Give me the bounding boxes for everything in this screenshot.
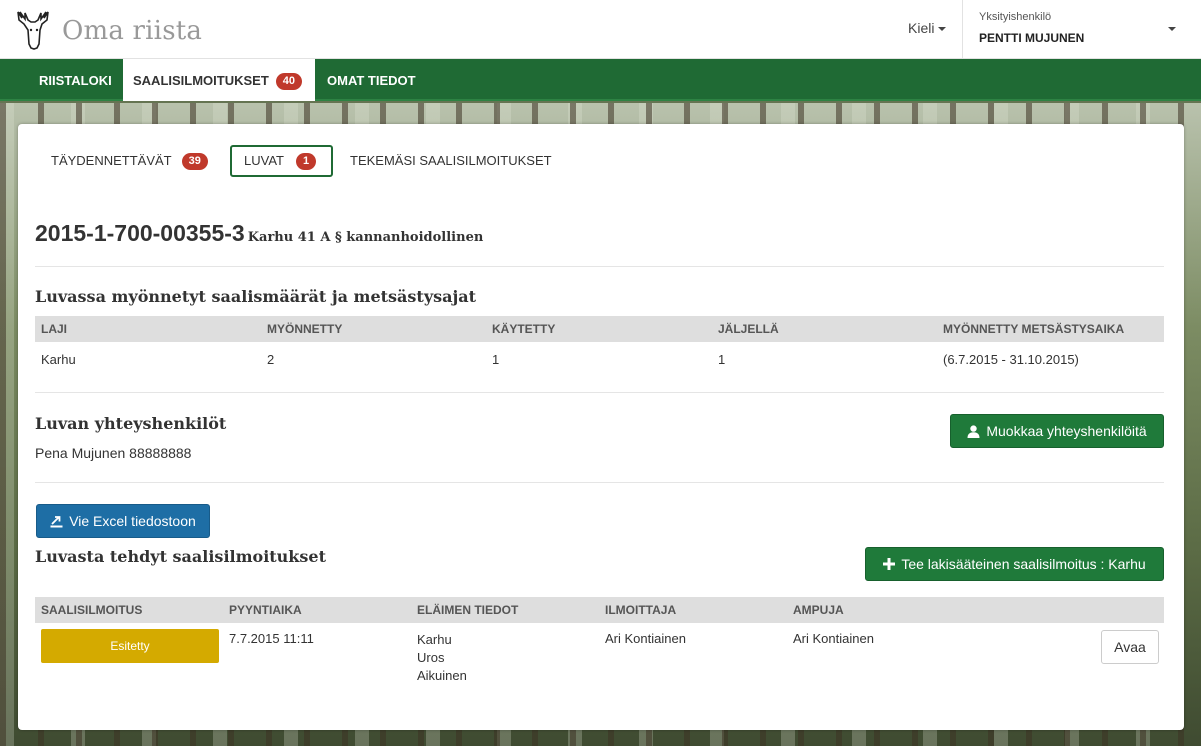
column-header: KÄYTETTY (486, 316, 712, 342)
button-label: Tee lakisääteinen saalisilmoitus : Karhu (901, 556, 1146, 572)
tab-taydennettavat[interactable]: TÄYDENNETTÄVÄT 39 (51, 145, 208, 177)
tab-label: TÄYDENNETTÄVÄT (51, 153, 172, 168)
content-card: TÄYDENNETTÄVÄT 39 LUVAT 1 TEKEMÄSI SAALISI… (18, 124, 1184, 730)
tab-tekemasi-saalisilmoitukset[interactable]: TEKEMÄSI SAALISILMOITUKSET (350, 145, 552, 177)
app-brand[interactable]: Oma riista (62, 16, 202, 46)
button-label: Avaa (1114, 639, 1146, 655)
contacts-text: Pena Mujunen 88888888 (35, 445, 192, 461)
nav-item-label: RIISTALOKI (39, 73, 112, 88)
nav-item-label: SAALISILMOITUKSET (133, 73, 269, 88)
edit-contacts-button[interactable]: Muokkaa yhteyshenkilöitä (950, 414, 1164, 448)
caret-down-icon (1168, 27, 1176, 31)
open-button[interactable]: Avaa (1101, 630, 1159, 664)
table-row: Karhu 2 1 1 (6.7.2015 - 31.10.2015) (35, 342, 1164, 376)
nav-item-label: OMAT TIEDOT (327, 73, 416, 88)
table-cell: Esitetty (35, 623, 223, 711)
table-cell: 2 (267, 352, 275, 367)
table-cell: Ari Kontiainen (793, 631, 874, 646)
tab-label: TEKEMÄSI SAALISILMOITUKSET (350, 153, 552, 168)
caret-down-icon (938, 27, 947, 32)
table-cell: Karhu Uros Aikuinen (411, 623, 599, 711)
reports-table: SAALISILMOITUS PYYNTIAIKA ELÄIMEN TIEDOT… (35, 597, 1164, 711)
top-header: Oma riista Kieli Yksityishenkilö PENTTI … (0, 0, 1201, 59)
count-badge: 1 (295, 153, 317, 170)
moose-logo-icon (17, 11, 49, 50)
user-icon (967, 424, 980, 438)
table-cell: Karhu (41, 352, 76, 367)
plus-icon (883, 558, 896, 570)
language-label: Kieli (908, 20, 935, 36)
add-harvest-report-button[interactable]: Tee lakisääteinen saalisilmoitus : Karhu (865, 547, 1164, 581)
export-excel-button[interactable]: Vie Excel tiedostoon (36, 504, 210, 538)
reports-heading: Luvasta tehdyt saalisilmoitukset (35, 547, 326, 566)
column-header: JÄLJELLÄ (712, 316, 937, 342)
status-badge[interactable]: Esitetty (41, 629, 219, 663)
table-cell: Avaa (975, 623, 1164, 711)
divider (35, 266, 1164, 267)
quota-table: LAJI MYÖNNETTY KÄYTETTY JÄLJELLÄ MYÖNNET… (35, 316, 1164, 376)
table-cell: (6.7.2015 - 31.10.2015) (943, 352, 1079, 367)
contacts-heading: Luvan yhteyshenkilöt (35, 414, 227, 433)
table-header-row: LAJI MYÖNNETTY KÄYTETTY JÄLJELLÄ MYÖNNET… (35, 316, 1164, 342)
tab-label: LUVAT (244, 153, 284, 168)
quota-heading: Luvassa myönnetyt saalismäärät ja metsäs… (35, 287, 477, 306)
divider (35, 392, 1164, 393)
divider (35, 482, 1164, 483)
permit-title: 2015-1-700-00355-3 Karhu 41 A § kannanhoi… (35, 220, 483, 247)
table-header-row: SAALISILMOITUS PYYNTIAIKA ELÄIMEN TIEDOT… (35, 597, 1164, 623)
language-dropdown[interactable]: Kieli (896, 0, 963, 59)
nav-saalisilmoitukset[interactable]: SAALISILMOITUKSET 40 (123, 59, 315, 101)
export-icon (50, 515, 63, 527)
button-label: Vie Excel tiedostoon (69, 513, 196, 529)
table-cell: Ari Kontiainen (605, 631, 686, 646)
table-cell: 1 (718, 352, 726, 367)
nav-omat-tiedot[interactable]: OMAT TIEDOT (315, 59, 428, 101)
column-header: ILMOITTAJA (599, 597, 787, 623)
account-role: Yksityishenkilö (979, 11, 1052, 23)
permit-type: Karhu 41 A § kannanhoidollinen (247, 230, 484, 245)
column-header: MYÖNNETTY METSÄSTYSAIKA (937, 316, 1164, 342)
count-badge: 40 (275, 73, 303, 90)
column-header (975, 597, 1164, 623)
animal-gender: Uros (417, 650, 445, 665)
animal-age: Aikuinen (417, 668, 467, 683)
column-header: PYYNTIAIKA (223, 597, 411, 623)
account-dropdown[interactable]: Yksityishenkilö PENTTI MUJUNEN (964, 0, 1186, 59)
table-row: Esitetty 7.7.2015 11:11 Karhu Uros Aikui… (35, 623, 1164, 711)
button-label: Muokkaa yhteyshenkilöitä (986, 423, 1147, 439)
column-header: LAJI (35, 316, 261, 342)
column-header: SAALISILMOITUS (35, 597, 223, 623)
table-cell: 7.7.2015 11:11 (229, 631, 314, 646)
column-header: ELÄIMEN TIEDOT (411, 597, 599, 623)
nav-riistaloki[interactable]: RIISTALOKI (27, 59, 124, 101)
main-navbar: RIISTALOKI SAALISILMOITUKSET 40 OMAT TIED… (0, 59, 1201, 101)
tab-luvat[interactable]: LUVAT 1 (230, 145, 333, 177)
account-name: PENTTI MUJUNEN (979, 31, 1085, 45)
count-badge: 39 (181, 153, 208, 170)
column-header: AMPUJA (787, 597, 975, 623)
table-cell: 1 (492, 352, 500, 367)
animal-species: Karhu (417, 632, 452, 647)
column-header: MYÖNNETTY (261, 316, 486, 342)
permit-number: 2015-1-700-00355-3 (35, 220, 245, 246)
